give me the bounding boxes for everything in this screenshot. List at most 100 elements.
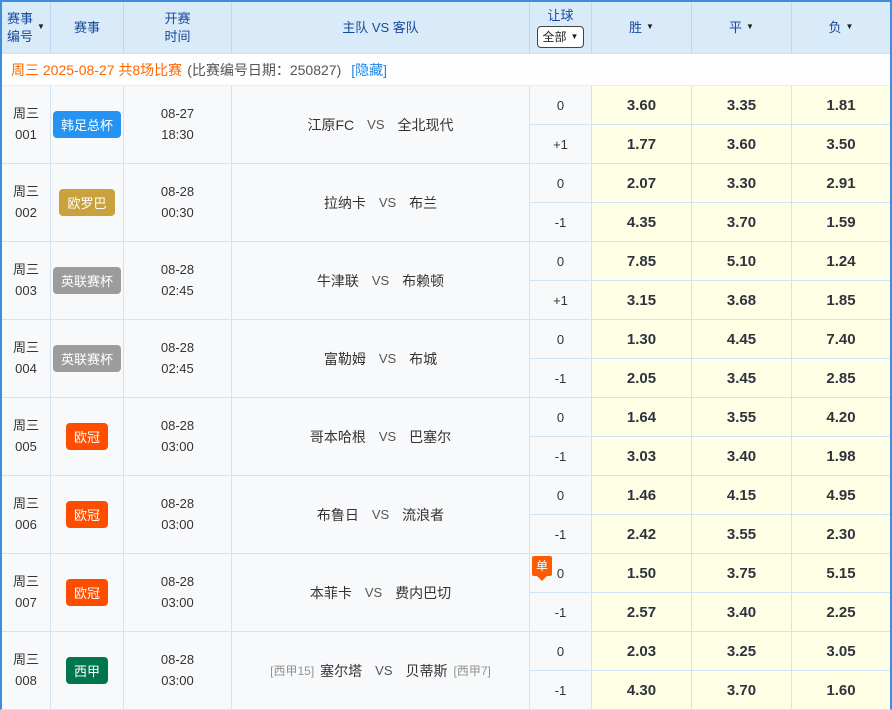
odds-win[interactable]: 7.85: [592, 242, 692, 281]
odds-lose[interactable]: 2.85: [792, 359, 890, 398]
handicap-cell-top: 单 0: [530, 476, 592, 515]
match-no: 003: [15, 281, 37, 301]
sort-icon[interactable]: ▼: [846, 22, 854, 33]
odds-draw[interactable]: 3.55: [692, 398, 792, 437]
odds-win[interactable]: 2.03: [592, 632, 692, 671]
start-time-cell: 08-28 02:45: [124, 320, 232, 398]
odds-draw[interactable]: 3.40: [692, 593, 792, 632]
odds-lose[interactable]: 4.20: [792, 398, 890, 437]
start-time-cell: 08-28 03:00: [124, 398, 232, 476]
odds-lose[interactable]: 2.91: [792, 164, 890, 203]
odds-lose[interactable]: 3.50: [792, 125, 890, 164]
vs-label: VS: [375, 663, 392, 678]
odds-win[interactable]: 1.50: [592, 554, 692, 593]
sort-icon[interactable]: ▼: [746, 22, 754, 33]
odds-win[interactable]: 4.30: [592, 671, 692, 710]
odds-lose[interactable]: 1.59: [792, 203, 890, 242]
vs-label: VS: [367, 117, 384, 132]
odds-lose[interactable]: 7.40: [792, 320, 890, 359]
odds-draw[interactable]: 3.75: [692, 554, 792, 593]
vs-label: VS: [379, 429, 396, 444]
handicap-cell-bottom: -1: [530, 671, 592, 710]
league-cell: 欧罗巴: [51, 164, 124, 242]
match-day: 周三: [13, 650, 39, 670]
odds-draw[interactable]: 3.35: [692, 86, 792, 125]
odds-draw[interactable]: 3.30: [692, 164, 792, 203]
odds-lose[interactable]: 2.25: [792, 593, 890, 632]
odds-draw[interactable]: 3.70: [692, 671, 792, 710]
odds-draw[interactable]: 3.25: [692, 632, 792, 671]
handicap-value: 0: [557, 98, 564, 113]
header-time-line1: 开赛: [164, 10, 190, 28]
odds-win[interactable]: 2.05: [592, 359, 692, 398]
teams-cell: [西甲15] 塞尔塔 VS 贝蒂斯 [西甲7]: [232, 632, 530, 710]
single-bet-badge: 单: [532, 556, 552, 576]
match-date: 08-27: [161, 104, 194, 124]
home-team: 本菲卡: [310, 583, 352, 603]
odds-lose[interactable]: 1.85: [792, 281, 890, 320]
handicap-filter-select[interactable]: 全部 ▼: [537, 26, 585, 48]
odds-draw[interactable]: 5.10: [692, 242, 792, 281]
odds-lose[interactable]: 1.98: [792, 437, 890, 476]
odds-lose[interactable]: 2.30: [792, 515, 890, 554]
away-team: 贝蒂斯: [406, 661, 448, 681]
sort-icon[interactable]: ▼: [37, 22, 45, 33]
odds-win[interactable]: 3.03: [592, 437, 692, 476]
odds-draw[interactable]: 3.68: [692, 281, 792, 320]
odds-draw[interactable]: 3.70: [692, 203, 792, 242]
odds-draw[interactable]: 4.45: [692, 320, 792, 359]
odds-win[interactable]: 2.57: [592, 593, 692, 632]
odds-win[interactable]: 2.42: [592, 515, 692, 554]
league-badge: 英联赛杯: [53, 267, 121, 294]
match-day: 周三: [13, 416, 39, 436]
odds-lose[interactable]: 1.60: [792, 671, 890, 710]
match-day: 周三: [13, 182, 39, 202]
vs-label: VS: [372, 273, 389, 288]
odds-win[interactable]: 2.07: [592, 164, 692, 203]
handicap-cell-bottom: -1: [530, 359, 592, 398]
odds-lose[interactable]: 1.24: [792, 242, 890, 281]
league-badge: 欧冠: [66, 579, 108, 606]
odds-win[interactable]: 3.60: [592, 86, 692, 125]
odds-lose[interactable]: 3.05: [792, 632, 890, 671]
odds-win[interactable]: 1.46: [592, 476, 692, 515]
league-cell: 韩足总杯: [51, 86, 124, 164]
match-time: 02:45: [161, 359, 194, 379]
match-no: 006: [15, 515, 37, 535]
handicap-value: -1: [555, 527, 567, 542]
match-row: 周三 006 欧冠 08-28 03:00 布鲁日 VS 流浪者 单 0 1.4…: [2, 476, 890, 554]
league-badge: 欧罗巴: [59, 189, 114, 216]
odds-lose[interactable]: 5.15: [792, 554, 890, 593]
match-time: 18:30: [161, 125, 194, 145]
hide-link[interactable]: [隐藏]: [351, 60, 387, 80]
handicap-cell-bottom: -1: [530, 515, 592, 554]
header-teams: 主队 VS 客队: [232, 2, 530, 54]
away-team-rank: [西甲7]: [454, 662, 491, 679]
league-cell: 欧冠: [51, 398, 124, 476]
header-match-no-line2: 编号: [7, 28, 33, 46]
handicap-cell-top: 单 0: [530, 242, 592, 281]
odds-win[interactable]: 1.30: [592, 320, 692, 359]
league-cell: 西甲: [51, 632, 124, 710]
odds-table: 赛事 编号 ▼ 赛事 开赛 时间 主队 VS 客队 让球 全部 ▼ 胜 ▼ 平: [0, 0, 892, 710]
odds-draw[interactable]: 3.60: [692, 125, 792, 164]
match-rows: 周三 001 韩足总杯 08-27 18:30 江原FC VS 全北现代 单 0…: [2, 86, 890, 710]
league-badge: 西甲: [66, 657, 108, 684]
match-time: 03:00: [161, 671, 194, 691]
odds-draw[interactable]: 3.45: [692, 359, 792, 398]
odds-win[interactable]: 1.77: [592, 125, 692, 164]
odds-win[interactable]: 3.15: [592, 281, 692, 320]
match-no: 001: [15, 125, 37, 145]
home-team: 牛津联: [317, 271, 359, 291]
odds-draw[interactable]: 3.55: [692, 515, 792, 554]
away-team: 费内巴切: [395, 583, 451, 603]
odds-win[interactable]: 4.35: [592, 203, 692, 242]
odds-draw[interactable]: 4.15: [692, 476, 792, 515]
odds-lose[interactable]: 1.81: [792, 86, 890, 125]
odds-draw[interactable]: 3.40: [692, 437, 792, 476]
odds-win[interactable]: 1.64: [592, 398, 692, 437]
sort-icon[interactable]: ▼: [646, 22, 654, 33]
odds-lose[interactable]: 4.95: [792, 476, 890, 515]
header-league: 赛事: [51, 2, 124, 54]
match-number-cell: 周三 007: [2, 554, 51, 632]
